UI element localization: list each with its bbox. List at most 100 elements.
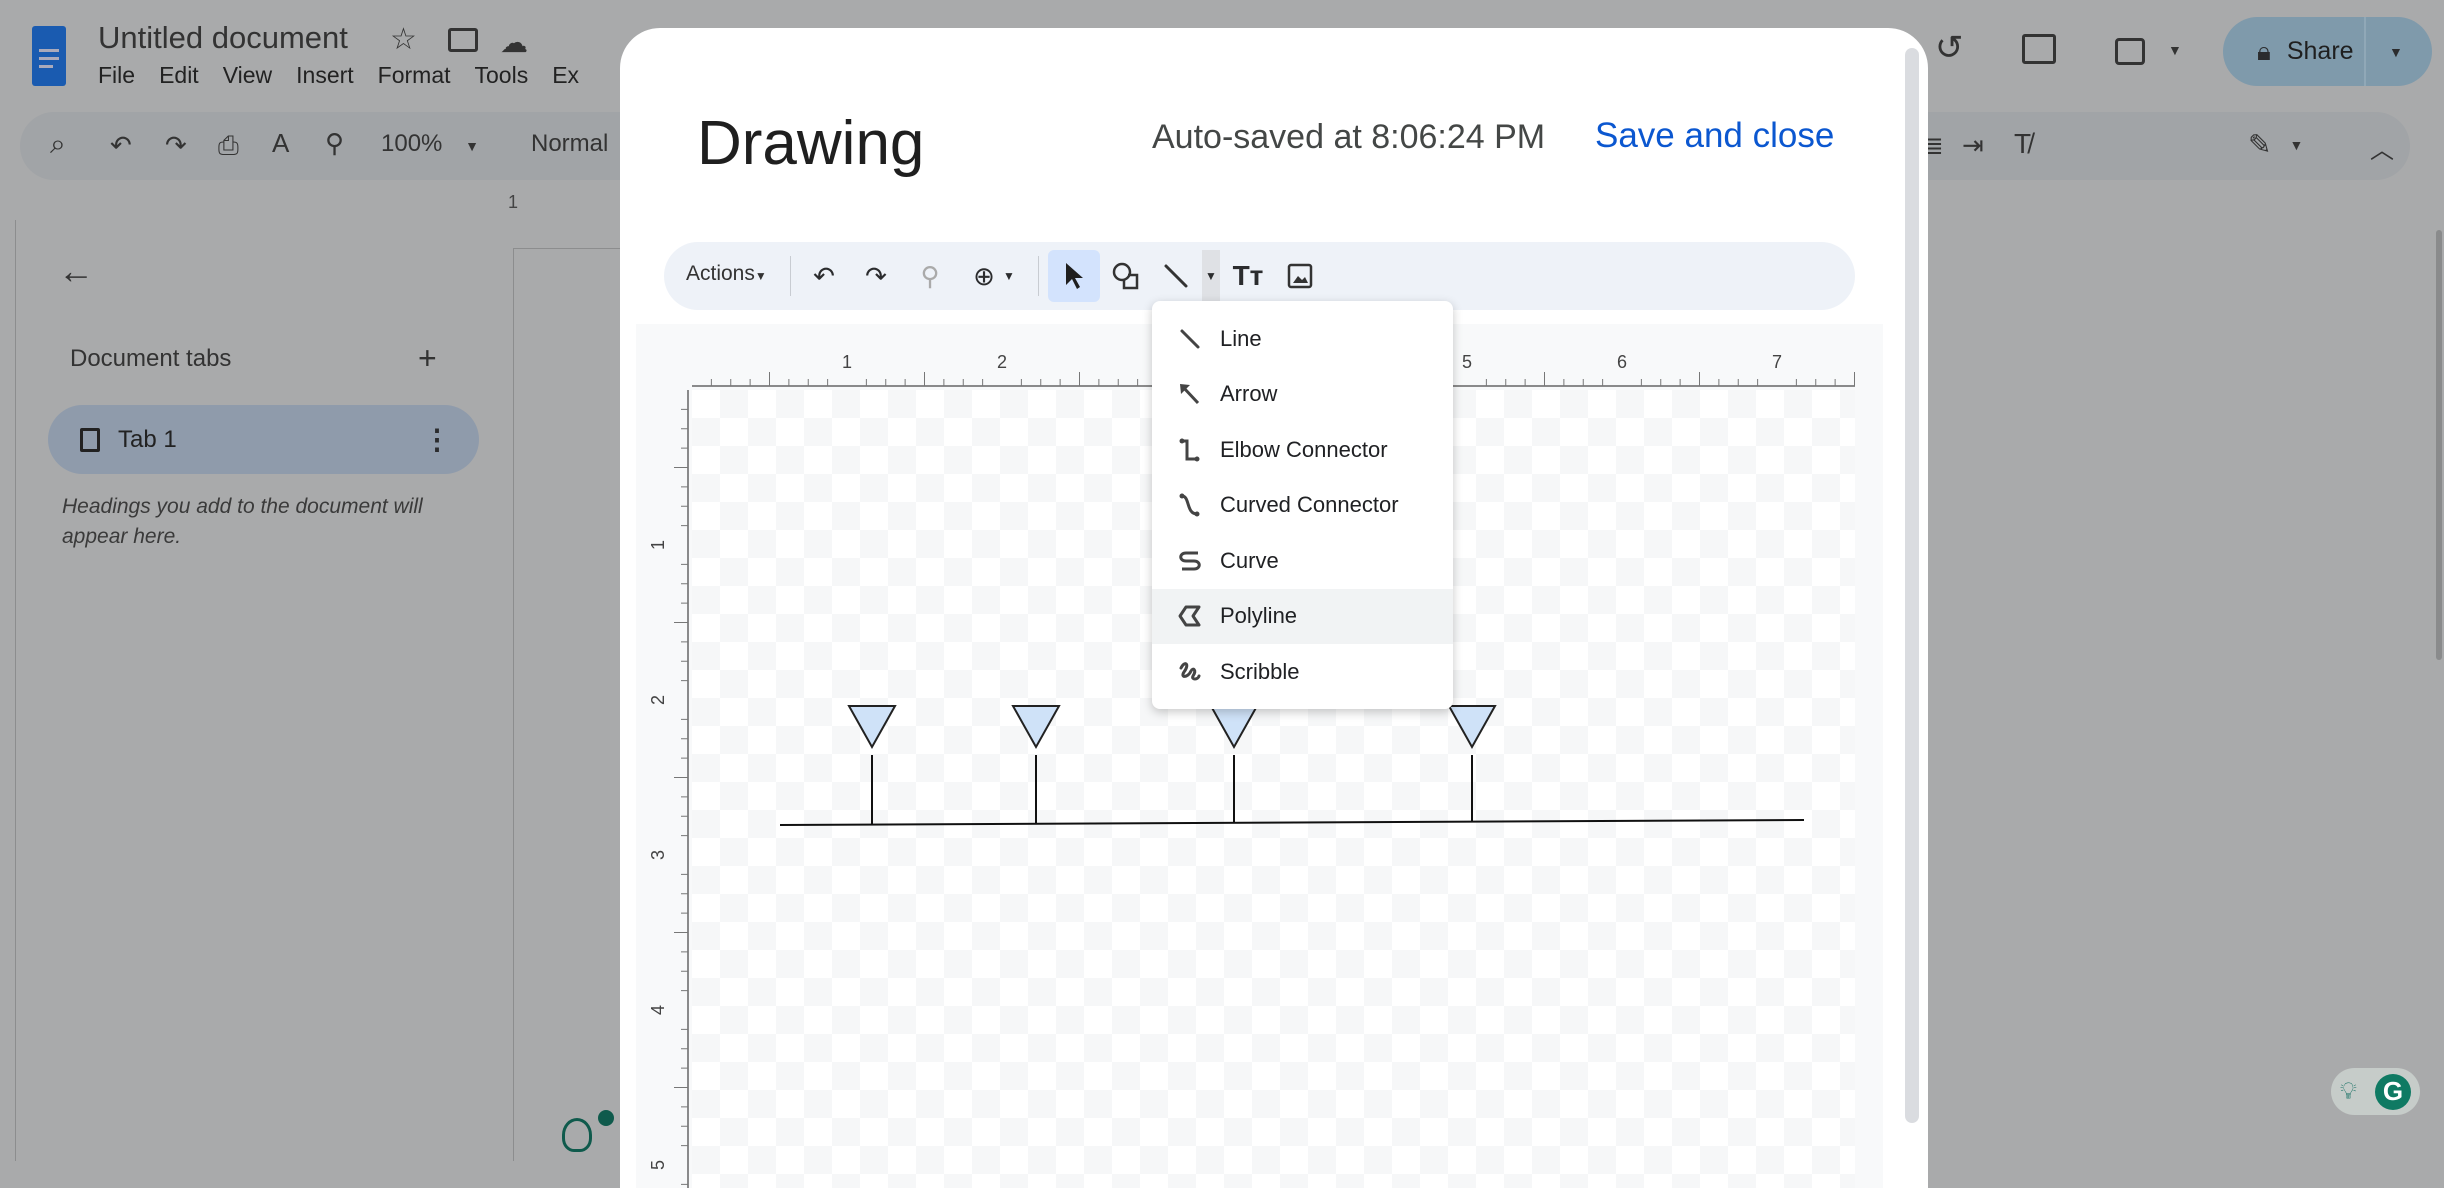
undo-icon[interactable]: ↶ <box>110 130 132 161</box>
curved-connector-icon <box>1152 491 1220 519</box>
zoom-select[interactable]: 100% ▼ <box>381 130 479 158</box>
comments-icon[interactable] <box>2022 34 2056 64</box>
menu-insert[interactable]: Insert <box>296 62 354 88</box>
undo-icon[interactable]: ↶ <box>804 258 844 294</box>
menu-item-label: Arrow <box>1220 381 1278 407</box>
menu-item-curve[interactable]: Curve <box>1152 533 1453 589</box>
status-dot <box>598 1110 614 1126</box>
menu-extensions[interactable]: Ex <box>552 62 579 88</box>
zoom-icon[interactable]: ⊕ ▼ <box>964 258 1024 294</box>
document-tabs-heading: Document tabs <box>70 345 232 372</box>
menu-file[interactable]: File <box>98 62 135 88</box>
lightbulb-icon[interactable]: 💡︎ <box>2340 1078 2357 1106</box>
grammarly-icon[interactable]: G <box>2374 1073 2411 1110</box>
menu-item-polyline[interactable]: Polyline <box>1152 588 1453 644</box>
docs-logo[interactable] <box>32 26 66 86</box>
ruler-h-label: 5 <box>1462 352 1472 372</box>
select-tool-icon[interactable] <box>1048 250 1100 302</box>
share-options-caret-icon[interactable]: ▼ <box>2389 44 2403 60</box>
fingerprint-icon[interactable] <box>562 1118 592 1152</box>
add-tab-icon[interactable]: + <box>418 340 437 377</box>
meet-video-icon[interactable] <box>2115 38 2145 65</box>
ruler-h-label: 6 <box>1617 352 1627 372</box>
print-icon[interactable]: ⎙ <box>218 130 239 162</box>
dialog-title: Drawing <box>697 109 925 178</box>
menu-tools[interactable]: Tools <box>475 62 529 88</box>
menu-item-arrow[interactable]: Arrow <box>1152 367 1453 423</box>
paragraph-style-select[interactable]: Normal <box>531 130 608 158</box>
menu-item-label: Elbow Connector <box>1220 436 1388 462</box>
editing-mode-pencil-icon[interactable]: ✎ ▼ <box>2248 128 2303 161</box>
vertical-ruler <box>0 220 16 1161</box>
doc-page <box>513 248 633 1161</box>
menu-item-label: Scribble <box>1220 658 1300 684</box>
scribble-icon <box>1152 658 1220 686</box>
document-icon <box>80 427 100 452</box>
line-tool-dropdown-caret-icon[interactable]: ▼ <box>1202 250 1220 302</box>
share-button[interactable]: 🔒︎ Share ▼ <box>2223 17 2432 86</box>
antenna-2[interactable] <box>1011 705 1061 823</box>
move-folder-icon[interactable] <box>448 28 478 52</box>
paint-format-icon[interactable]: ⚲ <box>910 258 950 294</box>
line-type-menu: Line Arrow Elbow Connector Curved Connector… <box>1152 301 1453 709</box>
clear-formatting-icon[interactable]: T̸ <box>2014 128 2031 160</box>
shape-tool-icon[interactable] <box>1104 256 1148 296</box>
menu-item-line[interactable]: Line <box>1152 311 1453 367</box>
text-box-icon[interactable]: Tт <box>1226 256 1270 296</box>
menu-item-curved-connector[interactable]: Curved Connector <box>1152 478 1453 534</box>
antenna-3[interactable] <box>1209 705 1259 822</box>
menu-edit[interactable]: Edit <box>159 62 199 88</box>
polyline-icon <box>1152 602 1220 630</box>
search-icon[interactable]: ⌕ <box>50 128 66 161</box>
antenna-1[interactable] <box>847 705 897 824</box>
menu-item-label: Line <box>1220 325 1262 351</box>
collapse-toolbar-icon[interactable]: ︿ <box>2370 130 2394 165</box>
menu-item-label: Curve <box>1220 547 1279 573</box>
drawing-toolbar: Actions▼ ↶ ↷ ⚲ ⊕ ▼ ▼ Tт <box>664 242 1855 310</box>
ruler-v-label: 2 <box>648 695 668 705</box>
menu-item-scribble[interactable]: Scribble <box>1152 644 1453 700</box>
drawing-dialog: Drawing Auto-saved at 8:06:24 PM Save an… <box>620 28 1928 1188</box>
menu-item-label: Curved Connector <box>1220 492 1399 518</box>
save-and-close-button[interactable]: Save and close <box>1595 116 1834 156</box>
menu-format[interactable]: Format <box>378 62 451 88</box>
menu-view[interactable]: View <box>223 62 272 88</box>
menu-item-elbow-connector[interactable]: Elbow Connector <box>1152 422 1453 478</box>
version-history-icon[interactable]: ↺ <box>1935 28 1964 68</box>
star-icon[interactable]: ☆ <box>390 22 417 57</box>
page-scrollbar[interactable] <box>2436 230 2442 660</box>
elbow-connector-icon <box>1152 436 1220 464</box>
cloud-saved-icon[interactable]: ☁ <box>500 26 528 59</box>
caret-down-icon[interactable]: ▼ <box>2168 42 2182 58</box>
dialog-scrollbar[interactable] <box>1905 48 1919 1123</box>
menu-bar: File Edit View Insert Format Tools Ex <box>98 62 603 89</box>
antenna-4[interactable] <box>1447 705 1497 821</box>
sidebar-hint: Headings you add to the document will ap… <box>62 495 423 548</box>
redo-icon[interactable]: ↷ <box>165 130 187 161</box>
ruler-h-label: 2 <box>997 352 1007 372</box>
lock-icon: 🔒︎ <box>2257 35 2271 66</box>
caret-down-icon: ▼ <box>754 269 767 283</box>
actions-menu[interactable]: Actions▼ <box>686 262 767 286</box>
spellcheck-icon[interactable]: A <box>272 128 289 159</box>
back-arrow-icon[interactable]: ← <box>58 250 94 292</box>
horizontal-ruler-label: 1 <box>508 192 519 212</box>
grammarly-widget[interactable]: 💡︎ G <box>2331 1068 2420 1115</box>
tab-options-icon[interactable]: ⋮ <box>423 423 451 456</box>
image-icon[interactable] <box>1280 256 1320 296</box>
ruler-v-label: 5 <box>648 1160 668 1170</box>
autosave-status: Auto-saved at 8:06:24 PM <box>1152 118 1546 156</box>
ruler-v-label: 4 <box>648 1005 668 1015</box>
tab-1[interactable]: Tab 1 ⋮ <box>48 405 479 474</box>
line-tool-icon[interactable] <box>1154 256 1198 296</box>
menu-item-label: Polyline <box>1220 603 1298 629</box>
ruler-v-label: 1 <box>648 540 668 550</box>
ruler-v-label: 3 <box>648 850 668 860</box>
arrow-icon <box>1152 380 1220 408</box>
paint-format-icon[interactable]: ⚲ <box>325 128 344 159</box>
ruler-h-label: 1 <box>842 352 852 372</box>
increase-indent-icon[interactable]: ⇥ <box>1962 130 1984 161</box>
baseline[interactable] <box>779 819 1805 826</box>
redo-icon[interactable]: ↷ <box>856 258 896 294</box>
document-title[interactable]: Untitled document <box>98 20 348 56</box>
